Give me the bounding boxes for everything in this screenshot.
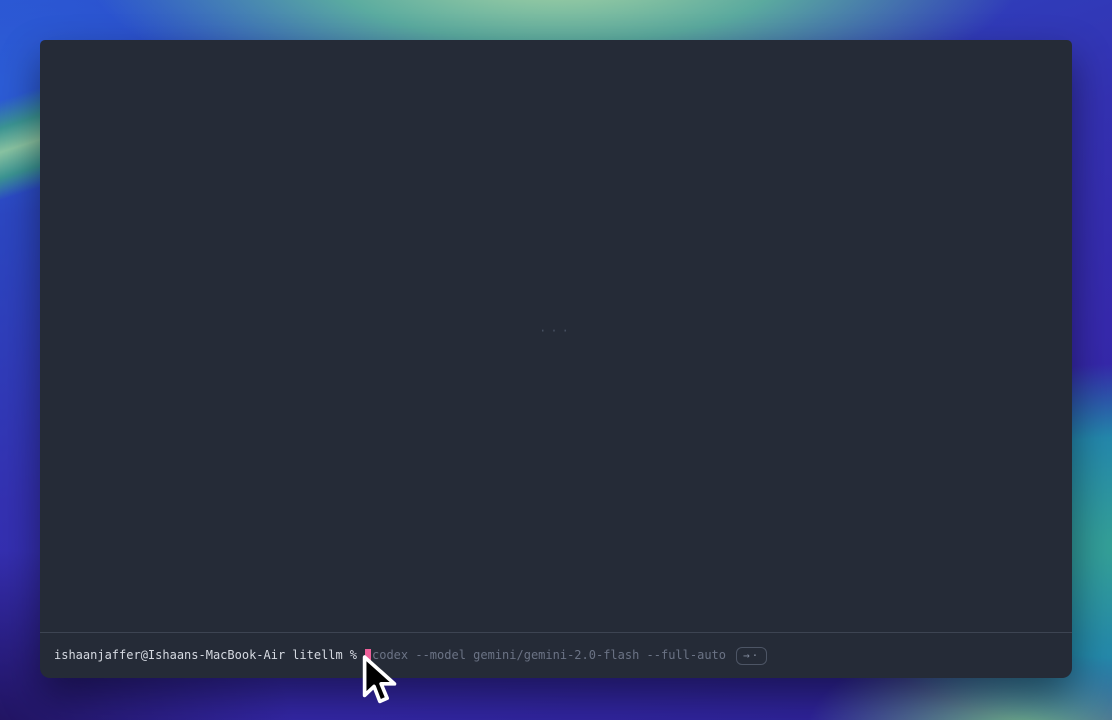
- prompt-symbol: %: [350, 648, 357, 663]
- accept-suggestion-key-hint: →·: [736, 647, 767, 665]
- autosuggestion-text: codex --model gemini/gemini-2.0-flash --…: [372, 648, 726, 663]
- text-caret: [365, 649, 371, 663]
- terminal-output-area: ···: [40, 40, 1072, 632]
- prompt-directory: litellm: [292, 648, 343, 663]
- loading-indicator: ···: [539, 324, 573, 338]
- prompt-user-host: ishaanjaffer@Ishaans-MacBook-Air: [54, 648, 285, 663]
- terminal-prompt-bar[interactable]: ishaanjaffer@Ishaans-MacBook-Air litellm%…: [40, 632, 1072, 678]
- terminal-window[interactable]: ··· ishaanjaffer@Ishaans-MacBook-Air lite…: [40, 40, 1072, 678]
